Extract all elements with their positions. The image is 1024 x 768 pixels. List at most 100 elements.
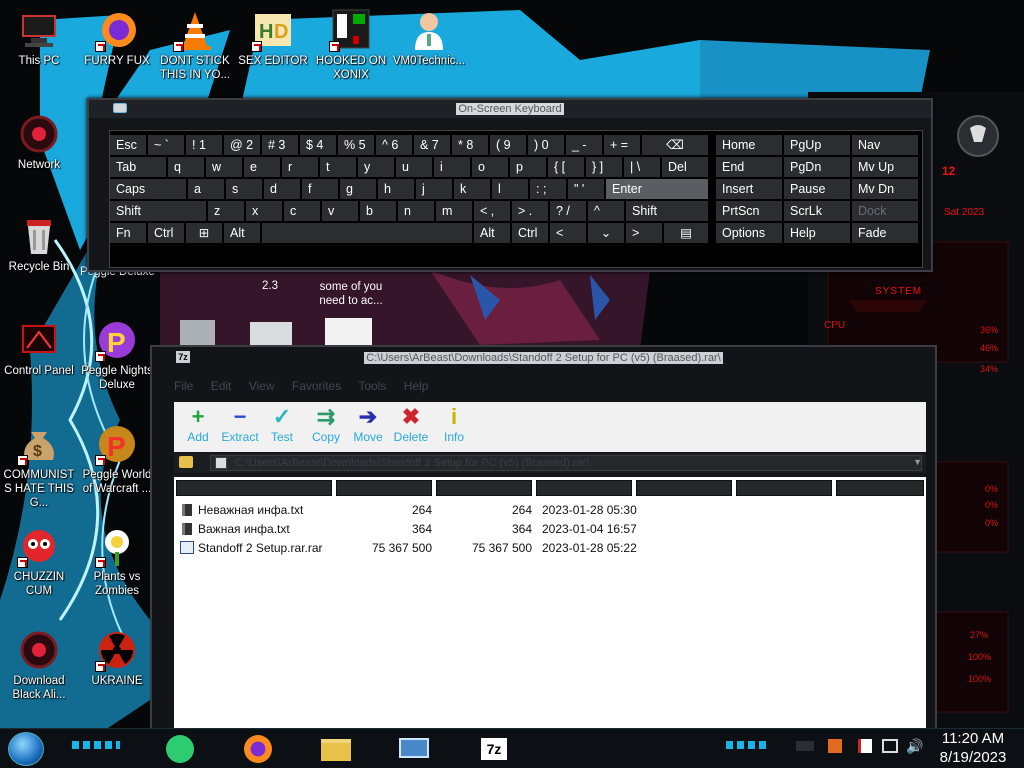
key-t[interactable]: t: [320, 157, 356, 177]
key-s[interactable]: s: [226, 179, 262, 199]
key-enter[interactable]: Enter: [606, 179, 708, 199]
key-z[interactable]: z: [208, 201, 244, 221]
key-down-arrow[interactable]: ⌄: [588, 223, 624, 243]
key-b[interactable]: b: [360, 201, 396, 221]
copy-button[interactable]: ⇉ Copy: [302, 404, 350, 444]
menu-file[interactable]: File: [174, 379, 193, 393]
key-alt-right[interactable]: Alt: [474, 223, 510, 243]
key-ctrl-left[interactable]: Ctrl: [148, 223, 184, 243]
windows-key-icon[interactable]: ⊞: [186, 223, 222, 243]
system-clock[interactable]: 11:20 AM 8/19/2023: [928, 729, 1018, 767]
table-row[interactable]: Неважная инфа.txt 264 264 2023-01-28 05:…: [178, 501, 918, 519]
key-equals[interactable]: + =: [604, 135, 640, 155]
key-6[interactable]: ^ 6: [376, 135, 412, 155]
key-e[interactable]: e: [244, 157, 280, 177]
key-q[interactable]: q: [168, 157, 204, 177]
key-quote[interactable]: " ': [568, 179, 604, 199]
key-1[interactable]: ! 1: [186, 135, 222, 155]
menu-view[interactable]: View: [249, 379, 275, 393]
key-alt-left[interactable]: Alt: [224, 223, 260, 243]
tray-flag-icon[interactable]: [858, 739, 872, 753]
key-minus[interactable]: _ -: [566, 135, 602, 155]
table-row[interactable]: Standoff 2 Setup.rar.rar 75 367 500 75 3…: [178, 539, 918, 557]
desktop-icon-network[interactable]: Network: [0, 112, 78, 172]
move-button[interactable]: ➔ Move: [344, 404, 392, 444]
delete-button[interactable]: ✖ Delete: [387, 404, 435, 444]
key-2[interactable]: @ 2: [224, 135, 260, 155]
key-period[interactable]: > .: [512, 201, 548, 221]
desktop-icon-hooked-on-xonix[interactable]: HOOKED ON XONIX: [312, 8, 390, 82]
key-3[interactable]: # 3: [262, 135, 298, 155]
desktop-icon-download-black-ali[interactable]: Download Black Ali...: [0, 628, 78, 702]
key-o[interactable]: o: [472, 157, 508, 177]
key-shift-left[interactable]: Shift: [110, 201, 206, 221]
address-dropdown-icon[interactable]: ▼: [913, 457, 922, 467]
7zip-titlebar[interactable]: 7z C:\Users\ArBeast\Downloads\Standoff 2…: [152, 347, 935, 369]
7zip-window[interactable]: 7z C:\Users\ArBeast\Downloads\Standoff 2…: [150, 345, 937, 730]
osk-titlebar[interactable]: On-Screen Keyboard: [89, 100, 931, 118]
key-dock[interactable]: Dock: [852, 201, 918, 221]
tray-network-icon[interactable]: [882, 739, 898, 753]
key-slash[interactable]: ? /: [550, 201, 586, 221]
key-caps[interactable]: Caps: [110, 179, 186, 199]
key-5[interactable]: % 5: [338, 135, 374, 155]
key-scrlk[interactable]: ScrLk: [784, 201, 850, 221]
key-v[interactable]: v: [322, 201, 358, 221]
key-insert[interactable]: Insert: [716, 179, 782, 199]
add-button[interactable]: + Add: [174, 404, 222, 444]
key-7[interactable]: & 7: [414, 135, 450, 155]
key-pgup[interactable]: PgUp: [784, 135, 850, 155]
column-header-attributes[interactable]: [836, 480, 924, 496]
desktop-icon-plants-vs-zombies[interactable]: Plants vs Zombies: [78, 524, 156, 598]
address-input[interactable]: C:\Users\ArBeast\Downloads\Standoff 2 Se…: [210, 455, 922, 471]
key-m[interactable]: m: [436, 201, 472, 221]
desktop-icon-this-pc[interactable]: This PC: [0, 8, 78, 68]
key-comma[interactable]: < ,: [474, 201, 510, 221]
key-home[interactable]: Home: [716, 135, 782, 155]
tray-app-icon[interactable]: [828, 739, 842, 753]
table-row[interactable]: Важная инфа.txt 364 364 2023-01-04 16:57: [178, 520, 918, 538]
key-u[interactable]: u: [396, 157, 432, 177]
key-0[interactable]: ) 0: [528, 135, 564, 155]
desktop-icon-furry-fux[interactable]: FURRY FUX: [78, 8, 156, 68]
key-n[interactable]: n: [398, 201, 434, 221]
key-l[interactable]: l: [492, 179, 528, 199]
key-8[interactable]: * 8: [452, 135, 488, 155]
column-header-created[interactable]: [636, 480, 732, 496]
menu-edit[interactable]: Edit: [211, 379, 232, 393]
key-end[interactable]: End: [716, 157, 782, 177]
key-9[interactable]: ( 9: [490, 135, 526, 155]
key-c[interactable]: c: [284, 201, 320, 221]
key-tab[interactable]: Tab: [110, 157, 166, 177]
desktop-icon-peggle-wow[interactable]: P Peggle World of Warcraft ...: [78, 422, 156, 496]
tray-show-hidden-icon[interactable]: [796, 741, 814, 751]
info-button[interactable]: i Info: [430, 404, 478, 444]
folder-up-icon[interactable]: [179, 456, 193, 468]
key-mv-dn[interactable]: Mv Dn: [852, 179, 918, 199]
key-a[interactable]: a: [188, 179, 224, 199]
key-f[interactable]: f: [302, 179, 338, 199]
key-g[interactable]: g: [340, 179, 376, 199]
key-x[interactable]: x: [246, 201, 282, 221]
key-ctrl-right[interactable]: Ctrl: [512, 223, 548, 243]
extract-button[interactable]: − Extract: [216, 404, 264, 444]
key-4[interactable]: $ 4: [300, 135, 336, 155]
key-j[interactable]: j: [416, 179, 452, 199]
column-header-modified[interactable]: [536, 480, 632, 496]
taskbar-app-network-window[interactable]: [394, 732, 434, 766]
test-button[interactable]: ✓ Test: [258, 404, 306, 444]
desktop-icon-sex-editor[interactable]: HD SEX EDITOR: [234, 8, 312, 68]
key-open-bracket[interactable]: { [: [548, 157, 584, 177]
key-space[interactable]: [262, 223, 472, 243]
key-backspace[interactable]: ⌫: [642, 135, 708, 155]
key-h[interactable]: h: [378, 179, 414, 199]
key-semicolon[interactable]: : ;: [530, 179, 566, 199]
tray-volume-icon[interactable]: 🔊: [906, 738, 923, 755]
key-help[interactable]: Help: [784, 223, 850, 243]
key-prtscn[interactable]: PrtScn: [716, 201, 782, 221]
key-r[interactable]: r: [282, 157, 318, 177]
key-menu-icon[interactable]: ▤: [664, 223, 708, 243]
key-options[interactable]: Options: [716, 223, 782, 243]
key-up-arrow[interactable]: ^: [588, 201, 624, 221]
key-right-arrow[interactable]: >: [626, 223, 662, 243]
